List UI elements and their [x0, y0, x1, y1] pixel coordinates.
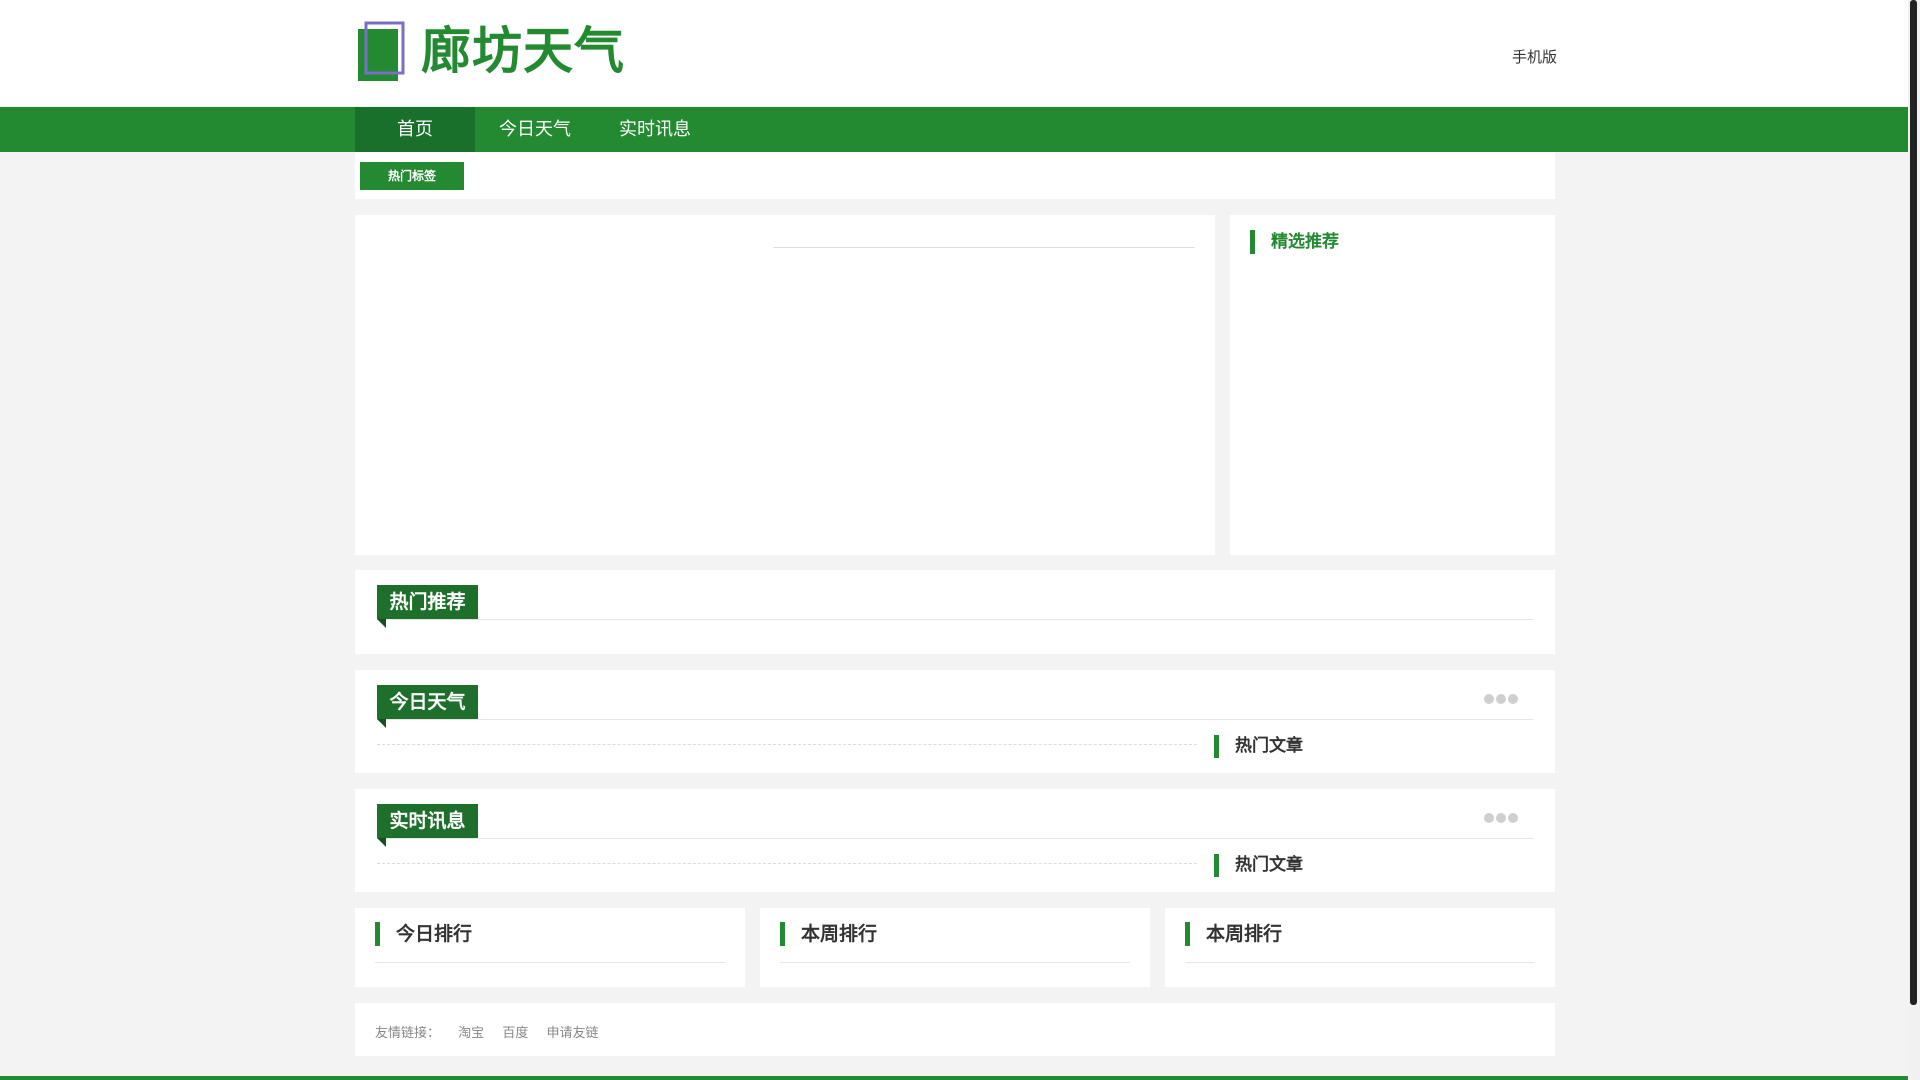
dashed-divider — [377, 863, 1197, 864]
hot-articles-title: 热门文章 — [1214, 735, 1303, 758]
section-hot-recommend: 热门推荐 — [355, 570, 1555, 654]
site-logo[interactable]: 廊坊天气 — [355, 20, 635, 82]
ranking-divider — [375, 962, 725, 963]
ranking-week-panel-2: 本周排行 — [1165, 908, 1555, 987]
featured-panel: 精选推荐 — [1230, 215, 1555, 555]
section-title-live[interactable]: 实时讯息 — [377, 804, 478, 838]
ranking-today-panel: 今日排行 — [355, 908, 745, 987]
hot-articles-title: 热门文章 — [1214, 854, 1303, 877]
section-divider — [377, 719, 1533, 720]
nav-item-home[interactable]: 首页 — [355, 107, 475, 152]
section-today-weather: 今日天气 热门文章 — [355, 670, 1555, 773]
friend-link-apply[interactable]: 申请友链 — [546, 1026, 598, 1041]
friend-links: 友情链接： 淘宝 百度 申请友链 — [355, 1003, 1555, 1056]
dashed-divider — [377, 744, 1197, 745]
slideshow-panel — [355, 215, 1215, 555]
tab-fold-decoration — [377, 619, 386, 628]
section-title-today[interactable]: 今日天气 — [377, 685, 478, 719]
footer-bar — [0, 1076, 1908, 1080]
page-scrollbar[interactable] — [1908, 0, 1920, 1080]
scrollbar-thumb[interactable] — [1910, 0, 1917, 1005]
site-header: 廊坊天气 手机版 — [0, 0, 1908, 106]
nav-item-live-news[interactable]: 实时讯息 — [595, 107, 715, 152]
more-icon[interactable] — [1484, 694, 1518, 706]
ranking-title: 本周排行 — [1185, 922, 1282, 946]
friend-links-label: 友情链接： — [375, 1026, 441, 1041]
section-divider — [377, 838, 1533, 839]
hot-tags-badge: 热门标签 — [360, 162, 464, 190]
logo-mark-icon — [358, 21, 405, 81]
tab-fold-decoration — [377, 719, 386, 728]
hot-tags-bar: 热门标签 — [355, 152, 1555, 199]
section-live-news: 实时讯息 热门文章 — [355, 789, 1555, 892]
ranking-divider — [780, 962, 1130, 963]
site-name: 廊坊天气 — [421, 21, 625, 80]
friend-links-list: 友情链接： 淘宝 百度 申请友链 — [375, 1022, 612, 1041]
more-icon[interactable] — [1484, 813, 1518, 825]
ranking-title: 今日排行 — [375, 922, 472, 946]
nav-item-today-weather[interactable]: 今日天气 — [475, 107, 595, 152]
friend-link-baidu[interactable]: 百度 — [502, 1026, 528, 1041]
tab-fold-decoration — [377, 838, 386, 847]
ranking-title: 本周排行 — [780, 922, 877, 946]
featured-title: 精选推荐 — [1250, 230, 1339, 254]
section-divider — [377, 619, 1533, 620]
friend-link-taobao[interactable]: 淘宝 — [458, 1026, 484, 1041]
page: 廊坊天气 手机版 首页 今日天气 实时讯息 热门标签 精选推荐 热门推荐 今日天… — [0, 0, 1908, 1080]
divider — [773, 247, 1195, 248]
mobile-version-link[interactable]: 手机版 — [1512, 46, 1557, 67]
ranking-divider — [1185, 962, 1535, 963]
main-nav: 首页 今日天气 实时讯息 — [0, 107, 1908, 152]
section-title-hot: 热门推荐 — [377, 585, 478, 619]
ranking-week-panel: 本周排行 — [760, 908, 1150, 987]
